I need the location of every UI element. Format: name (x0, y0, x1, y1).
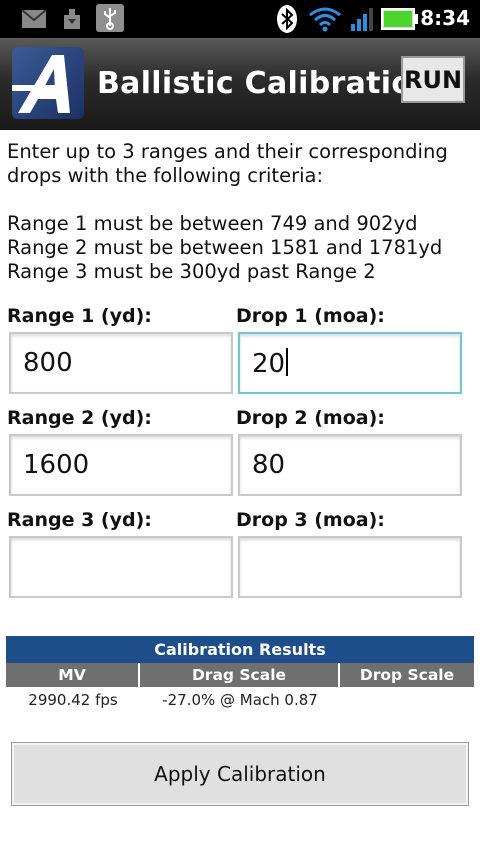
status-bar: 8:34 (0, 0, 480, 38)
app-logo-icon (12, 55, 70, 113)
result-mv: 2990.42 fps (28, 691, 118, 709)
status-time: 8:34 (420, 6, 470, 30)
column-header-mv: MV (6, 663, 140, 687)
drop3-label: Drop 3 (moa): (236, 509, 385, 531)
results-header: Calibration Results (6, 636, 474, 663)
drop2-label: Drop 2 (moa): (236, 407, 385, 429)
results-columns: MV Drag Scale Drop Scale (6, 663, 474, 687)
instruction-line: Enter up to 3 ranges and their correspon… (7, 140, 448, 163)
range3-label: Range 3 (yd): (7, 509, 152, 531)
run-button[interactable]: RUN (401, 56, 465, 103)
drop2-input[interactable]: 80 (238, 434, 462, 496)
result-drag-scale: -27.0% @ Mach 0.87 (162, 691, 318, 709)
apply-calibration-button[interactable]: Apply Calibration (11, 742, 469, 806)
signal-icon (351, 8, 373, 31)
drop2-value: 80 (252, 450, 286, 480)
range2-input[interactable]: 1600 (9, 434, 233, 496)
mail-icon (21, 9, 47, 28)
battery-icon (381, 8, 418, 30)
criteria-line: Range 3 must be 300yd past Range 2 (7, 260, 376, 283)
range3-input[interactable] (9, 536, 233, 598)
range2-label: Range 2 (yd): (7, 407, 152, 429)
drop1-label: Drop 1 (moa): (236, 305, 385, 327)
instructions: Enter up to 3 ranges and their correspon… (7, 140, 473, 284)
wifi-icon (309, 7, 341, 32)
download-icon (64, 9, 80, 29)
text-cursor (286, 348, 289, 376)
criteria-line: Range 1 must be between 749 and 902yd (7, 212, 418, 235)
bluetooth-icon (277, 5, 297, 33)
app-logo (12, 47, 84, 119)
range1-label: Range 1 (yd): (7, 305, 152, 327)
instruction-line: drops with the following criteria: (7, 164, 324, 187)
column-header-drop-scale: Drop Scale (359, 666, 455, 684)
drop1-value: 20 (252, 349, 286, 379)
results-row: 2990.42 fps -27.0% @ Mach 0.87 (6, 688, 474, 712)
criteria-line: Range 2 must be between 1581 and 1781yd (7, 236, 443, 259)
page-title: Ballistic Calibration (97, 66, 434, 101)
range1-value: 800 (23, 348, 73, 378)
result-drop-scale (340, 688, 474, 712)
drop3-input[interactable] (238, 536, 462, 598)
drop1-input[interactable]: 20 (238, 332, 462, 394)
range1-input[interactable]: 800 (9, 332, 233, 394)
title-bar: Ballistic Calibration RUN (0, 38, 480, 130)
range2-value: 1600 (23, 450, 90, 480)
column-header-drag-scale: Drag Scale (140, 663, 340, 687)
usb-icon (96, 4, 124, 32)
